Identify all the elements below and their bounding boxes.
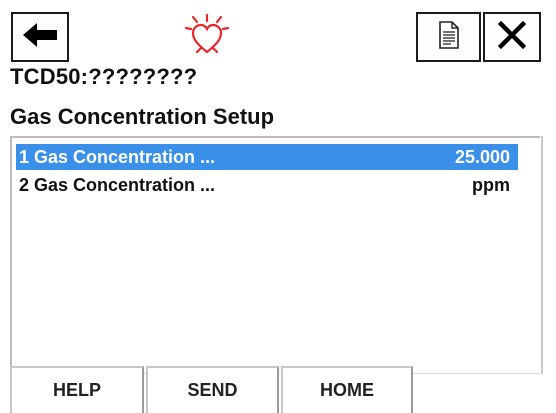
send-button[interactable]: SEND: [146, 366, 279, 413]
help-button[interactable]: HELP: [10, 366, 144, 413]
arrow-left-icon: [21, 21, 59, 54]
back-button[interactable]: [11, 12, 69, 62]
document-icon: [438, 20, 460, 54]
menu-item-value: 25.000: [454, 146, 510, 167]
close-icon: [497, 20, 527, 55]
device-screen: TCD50:???????? Gas Concentration Setup 1…: [0, 0, 556, 413]
menu-item-gas-concentration-1[interactable]: 1 Gas Concentration ... 25.000: [16, 144, 518, 170]
document-button[interactable]: [416, 12, 481, 62]
heart-alarm-icon: [181, 12, 233, 60]
close-button[interactable]: [483, 12, 541, 62]
home-button[interactable]: HOME: [281, 366, 413, 413]
menu-item-gas-concentration-2[interactable]: 2 Gas Concentration ... ppm: [16, 172, 518, 198]
list-scrollbar[interactable]: [541, 136, 543, 374]
device-title: TCD50:????????: [10, 64, 198, 89]
menu-item-value: ppm: [472, 174, 510, 195]
menu-list: 1 Gas Concentration ... 25.000 2 Gas Con…: [10, 136, 540, 374]
menu-item-label: 2 Gas Concentration ...: [19, 174, 216, 195]
menu-item-label: 1 Gas Concentration ...: [19, 146, 216, 167]
page-title: Gas Concentration Setup: [10, 104, 275, 129]
